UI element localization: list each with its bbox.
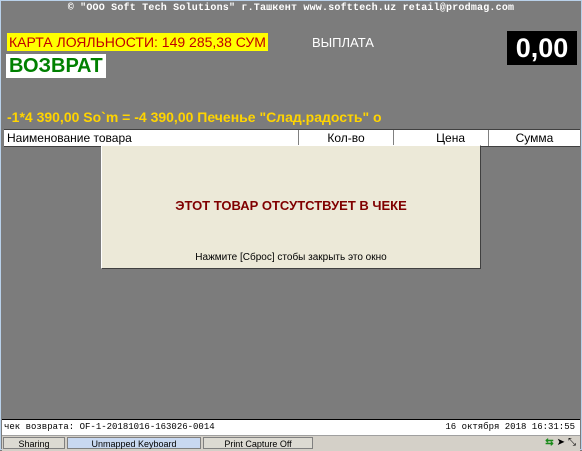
payout-label: ВЫПЛАТА (312, 35, 374, 50)
payout-amount: 0,00 (507, 31, 577, 65)
resize-icon[interactable]: ⤡ (568, 437, 576, 449)
window-frame: © "ООО Soft Tech Solutions" г.Ташкент ww… (0, 0, 582, 451)
error-dialog[interactable]: ЭТОТ ТОВАР ОТСУТСТВУЕТ В ЧЕКЕ Нажмите [С… (101, 145, 481, 269)
status-datetime: 16 октября 2018 16:31:55 (445, 422, 575, 432)
mode-badge: ВОЗВРАТ (6, 54, 106, 78)
session-toolbar: Sharing Unmapped Keyboard Print Capture … (2, 435, 580, 451)
column-header-sum: Сумма (515, 131, 554, 145)
toolbar-icons: ⇆ ➤ ⤡ (545, 436, 576, 450)
dialog-hint: Нажмите [Сброс] стобы закрыть это окно (195, 252, 387, 263)
error-message: ЭТОТ ТОВАР ОТСУТСТВУЕТ В ЧЕКЕ (175, 198, 407, 213)
sharing-button[interactable]: Sharing (3, 437, 65, 449)
column-header-name: Наименование товара (4, 130, 299, 146)
receipt-number: чек возврата: OF-1-20181016-163026-0014 (4, 422, 215, 432)
arrows-icon[interactable]: ⇆ (545, 437, 553, 449)
print-capture-button[interactable]: Print Capture Off (203, 437, 313, 449)
loyalty-card-balance: КАРТА ЛОЯЛЬНОСТИ: 149 285,38 СУМ (7, 33, 268, 51)
copyright-line: © "ООО Soft Tech Solutions" г.Ташкент ww… (67, 3, 515, 14)
column-header-price: Цена (394, 130, 489, 146)
send-icon[interactable]: ➤ (557, 437, 565, 449)
column-header-quantity: Кол-во (299, 130, 394, 146)
status-bar: чек возврата: OF-1-20181016-163026-0014 … (2, 419, 580, 435)
last-scanned-item: -1*4 390,00 So`m = -4 390,00 Печенье "Сл… (7, 109, 382, 125)
keyboard-mapping-button[interactable]: Unmapped Keyboard (67, 437, 201, 449)
pos-screen: © "ООО Soft Tech Solutions" г.Ташкент ww… (2, 2, 580, 434)
